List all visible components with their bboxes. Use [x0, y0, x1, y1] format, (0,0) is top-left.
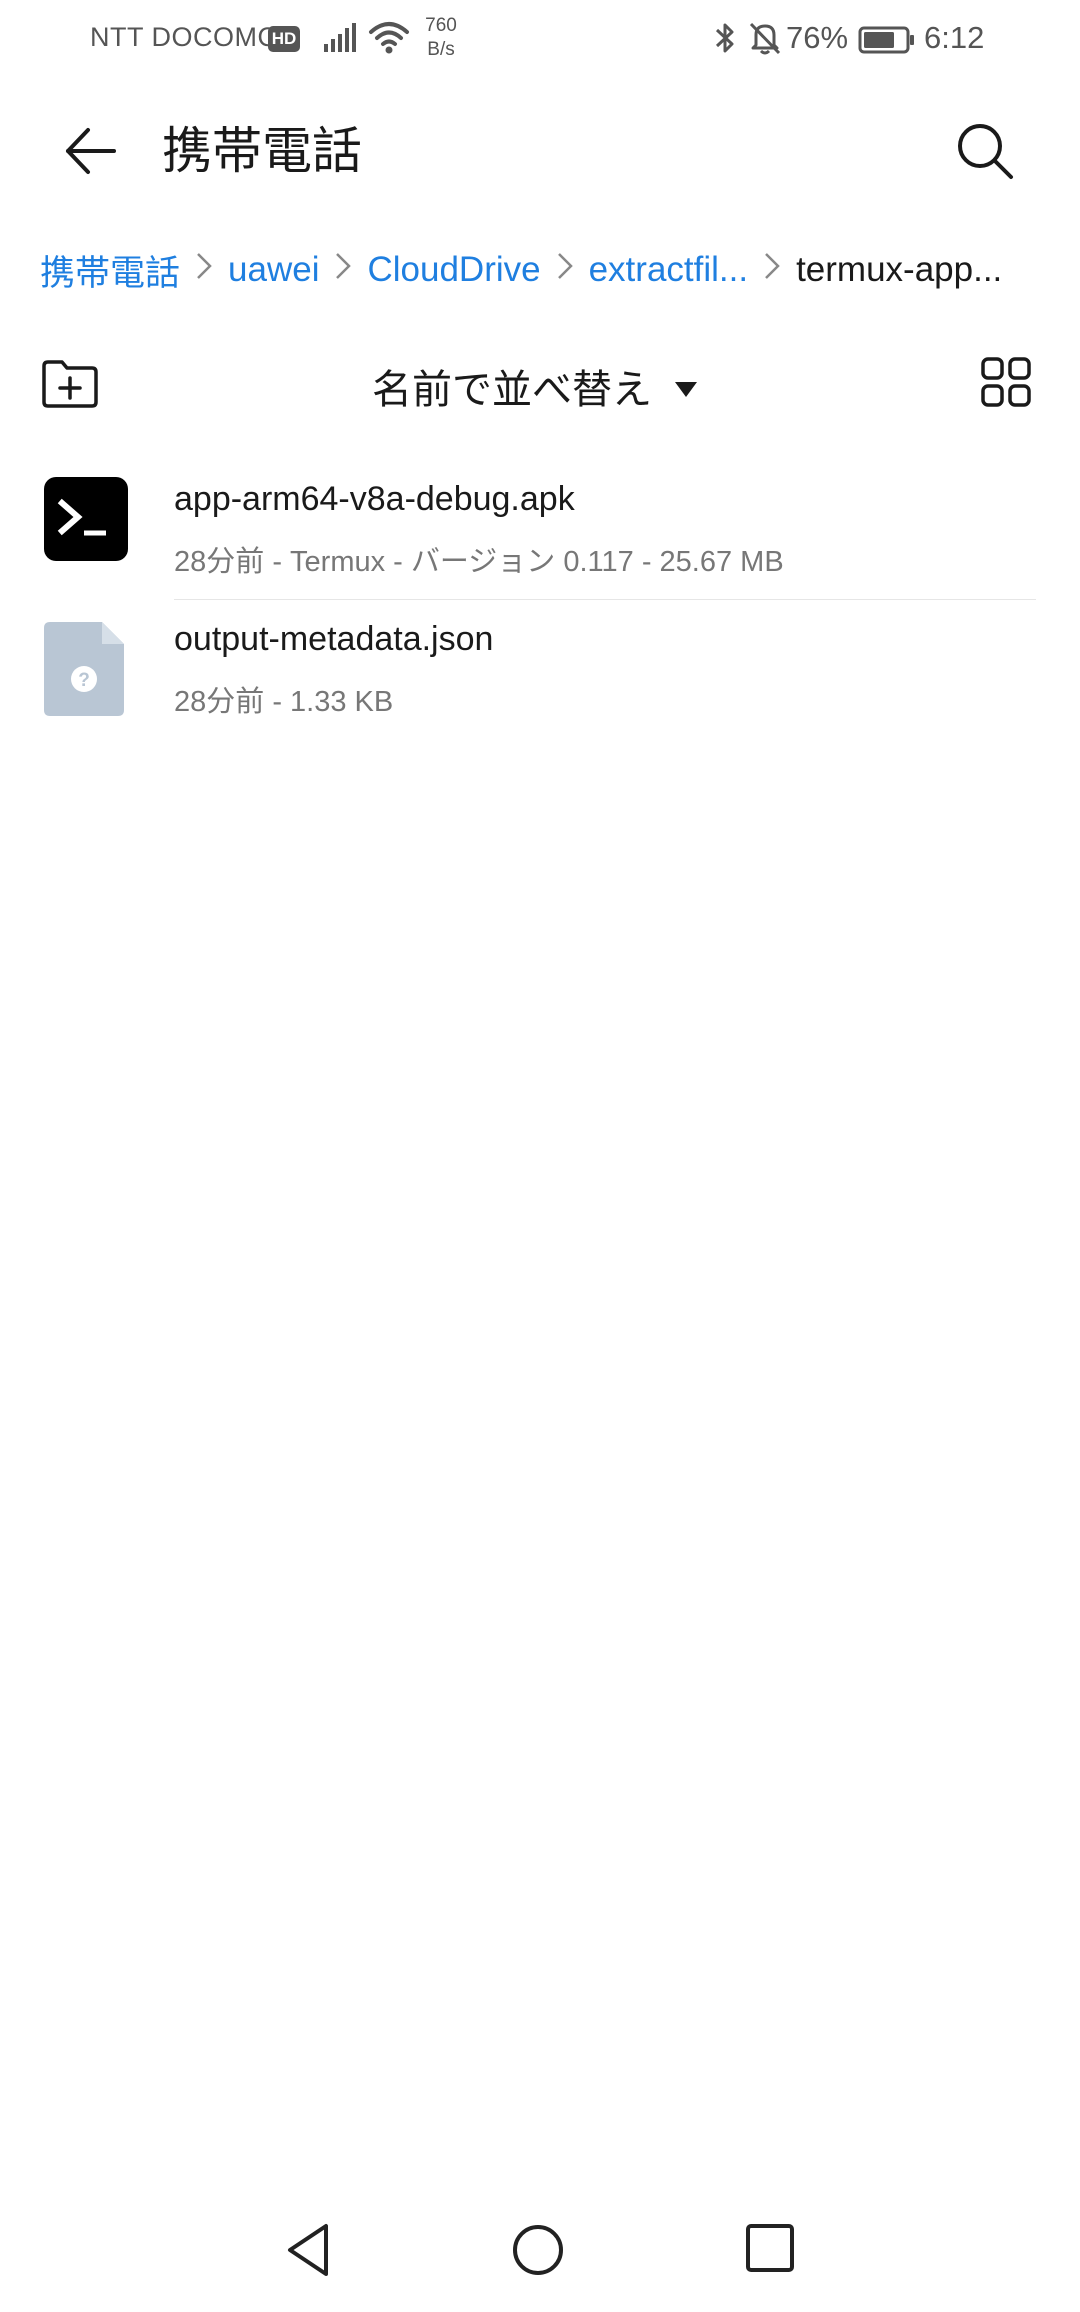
breadcrumb-item-phone[interactable]: 携帯電話 — [40, 245, 180, 296]
search-icon — [958, 124, 1013, 179]
breadcrumb-item-clouddrive[interactable]: CloudDrive — [367, 250, 540, 290]
chevron-right-icon — [541, 249, 589, 292]
network-speed-value: 760 — [425, 15, 457, 36]
nav-home-button[interactable] — [510, 2222, 566, 2282]
carrier-name: NTT DOCOMO — [90, 22, 279, 52]
file-meta: 28分前 - Termux - バージョン 0.117 - 25.67 MB — [174, 546, 784, 578]
search-button[interactable] — [950, 116, 1020, 186]
chevron-right-icon — [180, 249, 228, 292]
file-name: output-metadata.json — [174, 620, 494, 658]
status-bar: NTT DOCOMO HD 760 B/s 76% 6:12 — [0, 0, 1080, 80]
file-row[interactable]: ? output-metadata.json 28分前 - 1.33 KB — [0, 600, 1080, 740]
breadcrumb: 携帯電話 uawei CloudDrive extractfil... term… — [40, 240, 1050, 300]
bell-off-icon — [748, 20, 782, 60]
triangle-back-icon — [288, 2224, 328, 2276]
grid-view-icon — [981, 357, 1031, 407]
sort-dropdown[interactable]: 名前で並べ替え — [372, 356, 698, 416]
chevron-right-icon — [319, 249, 367, 292]
breadcrumb-item-current: termux-app... — [796, 250, 1003, 289]
circle-home-icon — [513, 2225, 563, 2275]
breadcrumb-item-extractfiles[interactable]: extractfil... — [589, 250, 748, 290]
caret-down-icon — [674, 363, 698, 409]
chevron-right-icon — [748, 249, 796, 292]
wifi-icon — [368, 20, 410, 60]
new-folder-button[interactable] — [40, 354, 100, 414]
nav-recents-button[interactable] — [744, 2222, 796, 2278]
page-title: 携帯電話 — [162, 122, 362, 180]
signal-icon — [322, 20, 358, 60]
back-arrow-icon — [66, 128, 116, 174]
file-meta: 28分前 - 1.33 KB — [174, 686, 394, 718]
network-speed-unit: B/s — [427, 39, 455, 60]
file-name: app-arm64-v8a-debug.apk — [174, 480, 575, 518]
grid-view-button[interactable] — [980, 356, 1032, 408]
network-speed: 760 B/s — [418, 14, 464, 62]
unknown-file-icon: ? — [44, 622, 128, 720]
breadcrumb-item-uawei[interactable]: uawei — [228, 250, 319, 290]
clock: 6:12 — [924, 20, 985, 55]
nav-back-button[interactable] — [280, 2220, 340, 2284]
sort-label: 名前で並べ替え — [372, 367, 652, 413]
file-row[interactable]: app-arm64-v8a-debug.apk 28分前 - Termux - … — [0, 460, 1080, 600]
termux-app-icon — [44, 477, 128, 565]
file-list: app-arm64-v8a-debug.apk 28分前 - Termux - … — [0, 460, 1080, 740]
svg-text:?: ? — [78, 670, 90, 691]
hd-badge: HD — [268, 26, 300, 52]
system-nav-bar — [0, 2200, 1080, 2300]
battery-percent: 76% — [786, 20, 849, 55]
square-recents-icon — [746, 2224, 794, 2272]
battery-icon — [858, 25, 916, 59]
back-button[interactable] — [56, 116, 126, 186]
bluetooth-icon — [712, 20, 738, 60]
new-folder-icon — [42, 360, 98, 408]
